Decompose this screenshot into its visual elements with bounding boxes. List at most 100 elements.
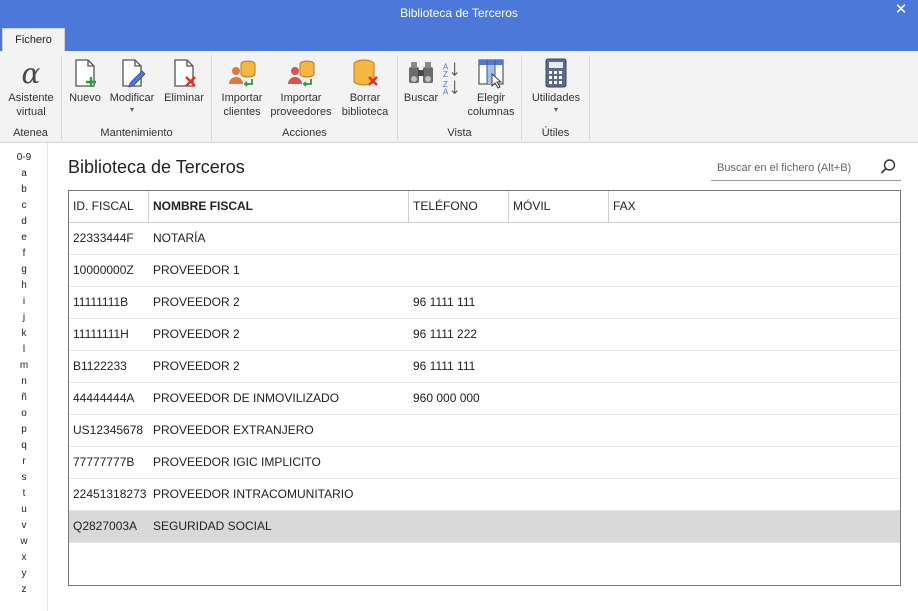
alpha-index-0-9[interactable]: 0-9 <box>8 150 40 166</box>
group-label-mantenimiento: Mantenimiento <box>100 127 173 139</box>
cell-fax <box>609 479 613 510</box>
alpha-index-f[interactable]: f <box>8 246 40 262</box>
alpha-index-h[interactable]: h <box>8 278 40 294</box>
cell-nombre-fiscal: PROVEEDOR 2 <box>153 327 240 341</box>
alpha-index-z[interactable]: z <box>8 582 40 598</box>
table-row[interactable]: 11111111B PROVEEDOR 2 96 1111 111 <box>69 287 900 319</box>
cell-id-fiscal: 44444444A <box>73 391 135 405</box>
column-header-id-fiscal[interactable]: ID. FISCAL <box>69 191 149 222</box>
modificar-dropdown-icon: ▾ <box>129 105 134 114</box>
cell-fax <box>609 351 613 382</box>
asistente-label-1: Asistente <box>8 92 54 104</box>
ribbon-group-vista: Buscar A Z Z A Elegir columnas Vista <box>398 55 522 141</box>
table-row[interactable]: 44444444A PROVEEDOR DE INMOVILIZADO 960 00… <box>69 383 900 415</box>
alphabet-index: 0-9 a b c d e f g h i j k l m n ñ o p q … <box>8 150 40 598</box>
modificar-button[interactable]: Modificar ▾ <box>106 57 158 115</box>
alpha-index-q[interactable]: q <box>8 438 40 454</box>
buscar-button[interactable]: Buscar <box>402 57 440 105</box>
search-icon[interactable] <box>879 158 897 176</box>
cell-telefono <box>409 511 413 542</box>
asistente-virtual-button[interactable]: α Asistente virtual <box>3 57 59 119</box>
table-row[interactable]: US12345678 PROVEEDOR EXTRANJERO <box>69 415 900 447</box>
edit-document-icon <box>122 59 146 88</box>
alpha-index-w[interactable]: w <box>8 534 40 550</box>
alpha-index-x[interactable]: x <box>8 550 40 566</box>
group-label-atenea: Atenea <box>13 127 48 139</box>
column-header-fax[interactable]: FAX <box>609 191 900 222</box>
table-row[interactable]: 77777777B PROVEEDOR IGIC IMPLICITO <box>69 447 900 479</box>
borrar-biblioteca-button[interactable]: Borrar biblioteca <box>336 57 394 119</box>
column-header-movil[interactable]: MÓVIL <box>509 191 609 222</box>
alpha-icon: α <box>22 57 41 89</box>
window-title: Biblioteca de Terceros <box>400 6 518 20</box>
cell-id-fiscal: 10000000Z <box>73 263 134 277</box>
alpha-index-m[interactable]: m <box>8 358 40 374</box>
nuevo-button[interactable]: Nuevo <box>66 57 104 105</box>
column-header-nombre-fiscal[interactable]: NOMBRE FISCAL <box>149 191 409 222</box>
alpha-index-p[interactable]: p <box>8 422 40 438</box>
alpha-index-k[interactable]: k <box>8 326 40 342</box>
alpha-index-a[interactable]: a <box>8 166 40 182</box>
elegir-columnas-button[interactable]: Elegir columnas <box>464 57 518 119</box>
table-row[interactable]: Q2827003A SEGURIDAD SOCIAL <box>69 511 900 543</box>
alpha-index-y[interactable]: y <box>8 566 40 582</box>
title-bar: Biblioteca de Terceros ✕ <box>0 0 918 27</box>
table-row[interactable]: B1122233 PROVEEDOR 2 96 1111 111 <box>69 351 900 383</box>
cell-id-fiscal: 22451318273 <box>73 487 147 501</box>
svg-text:α: α <box>22 57 41 89</box>
alpha-index-o[interactable]: o <box>8 406 40 422</box>
alpha-index-n[interactable]: n <box>8 374 40 390</box>
utilidades-button[interactable]: Utilidades ▾ <box>526 57 586 115</box>
cell-id-fiscal: 77777777B <box>73 455 135 469</box>
cell-telefono <box>409 415 413 446</box>
buscar-label: Buscar <box>403 92 439 104</box>
alpha-index-e[interactable]: e <box>8 230 40 246</box>
cell-movil <box>509 447 513 478</box>
alpha-index-b[interactable]: b <box>8 182 40 198</box>
alpha-index-d[interactable]: d <box>8 214 40 230</box>
import-suppliers-icon <box>288 60 315 87</box>
sort-button[interactable]: A Z Z A <box>440 57 462 99</box>
search-input[interactable] <box>717 159 867 177</box>
cell-nombre-fiscal: PROVEEDOR 2 <box>153 295 240 309</box>
alpha-index-i[interactable]: i <box>8 294 40 310</box>
alpha-index-enye[interactable]: ñ <box>8 390 40 406</box>
cell-id-fiscal: 11111111B <box>73 295 129 309</box>
cell-movil <box>509 319 513 350</box>
cell-nombre-fiscal: PROVEEDOR DE INMOVILIZADO <box>153 391 340 405</box>
alpha-index-l[interactable]: l <box>8 342 40 358</box>
importar-proveedores-label-1: Importar <box>280 92 322 104</box>
alpha-index-r[interactable]: r <box>8 454 40 470</box>
sidebar-divider <box>47 143 48 611</box>
importar-clientes-button[interactable]: Importar clientes <box>216 57 268 119</box>
modificar-label: Modificar <box>109 92 155 104</box>
alpha-index-j[interactable]: j <box>8 310 40 326</box>
alpha-index-g[interactable]: g <box>8 262 40 278</box>
ribbon-group-atenea: α Asistente virtual Atenea <box>0 55 62 141</box>
alpha-index-s[interactable]: s <box>8 470 40 486</box>
delete-library-icon <box>353 59 378 86</box>
alpha-index-c[interactable]: c <box>8 198 40 214</box>
tab-fichero[interactable]: Fichero <box>2 28 65 51</box>
table-row[interactable]: 11111111H PROVEEDOR 2 96 1111 222 <box>69 319 900 351</box>
alpha-index-u[interactable]: u <box>8 502 40 518</box>
cell-id-fiscal: Q2827003A <box>73 519 138 533</box>
cell-fax <box>609 223 613 254</box>
importar-clientes-label-2: clientes <box>223 106 261 118</box>
ribbon-group-utiles: Utilidades ▾ Útiles <box>522 55 590 141</box>
alpha-index-v[interactable]: v <box>8 518 40 534</box>
table-row[interactable]: 10000000Z PROVEEDOR 1 <box>69 255 900 287</box>
importar-proveedores-button[interactable]: Importar proveedores <box>270 57 332 119</box>
alpha-index-t[interactable]: t <box>8 486 40 502</box>
svg-text:Z: Z <box>443 70 448 79</box>
elegir-columnas-label-2: columnas <box>467 106 515 118</box>
cell-movil <box>509 223 513 254</box>
column-header-telefono[interactable]: TELÉFONO <box>409 191 509 222</box>
close-icon[interactable]: ✕ <box>890 1 912 21</box>
table-row[interactable]: 22451318273 PROVEEDOR INTRACOMUNITARIO <box>69 479 900 511</box>
delete-document-icon <box>174 59 196 87</box>
table-row[interactable]: 22333444F NOTARÍA <box>69 223 900 255</box>
eliminar-button[interactable]: Eliminar <box>160 57 208 105</box>
binoculars-icon <box>409 62 433 83</box>
cell-movil <box>509 287 513 318</box>
